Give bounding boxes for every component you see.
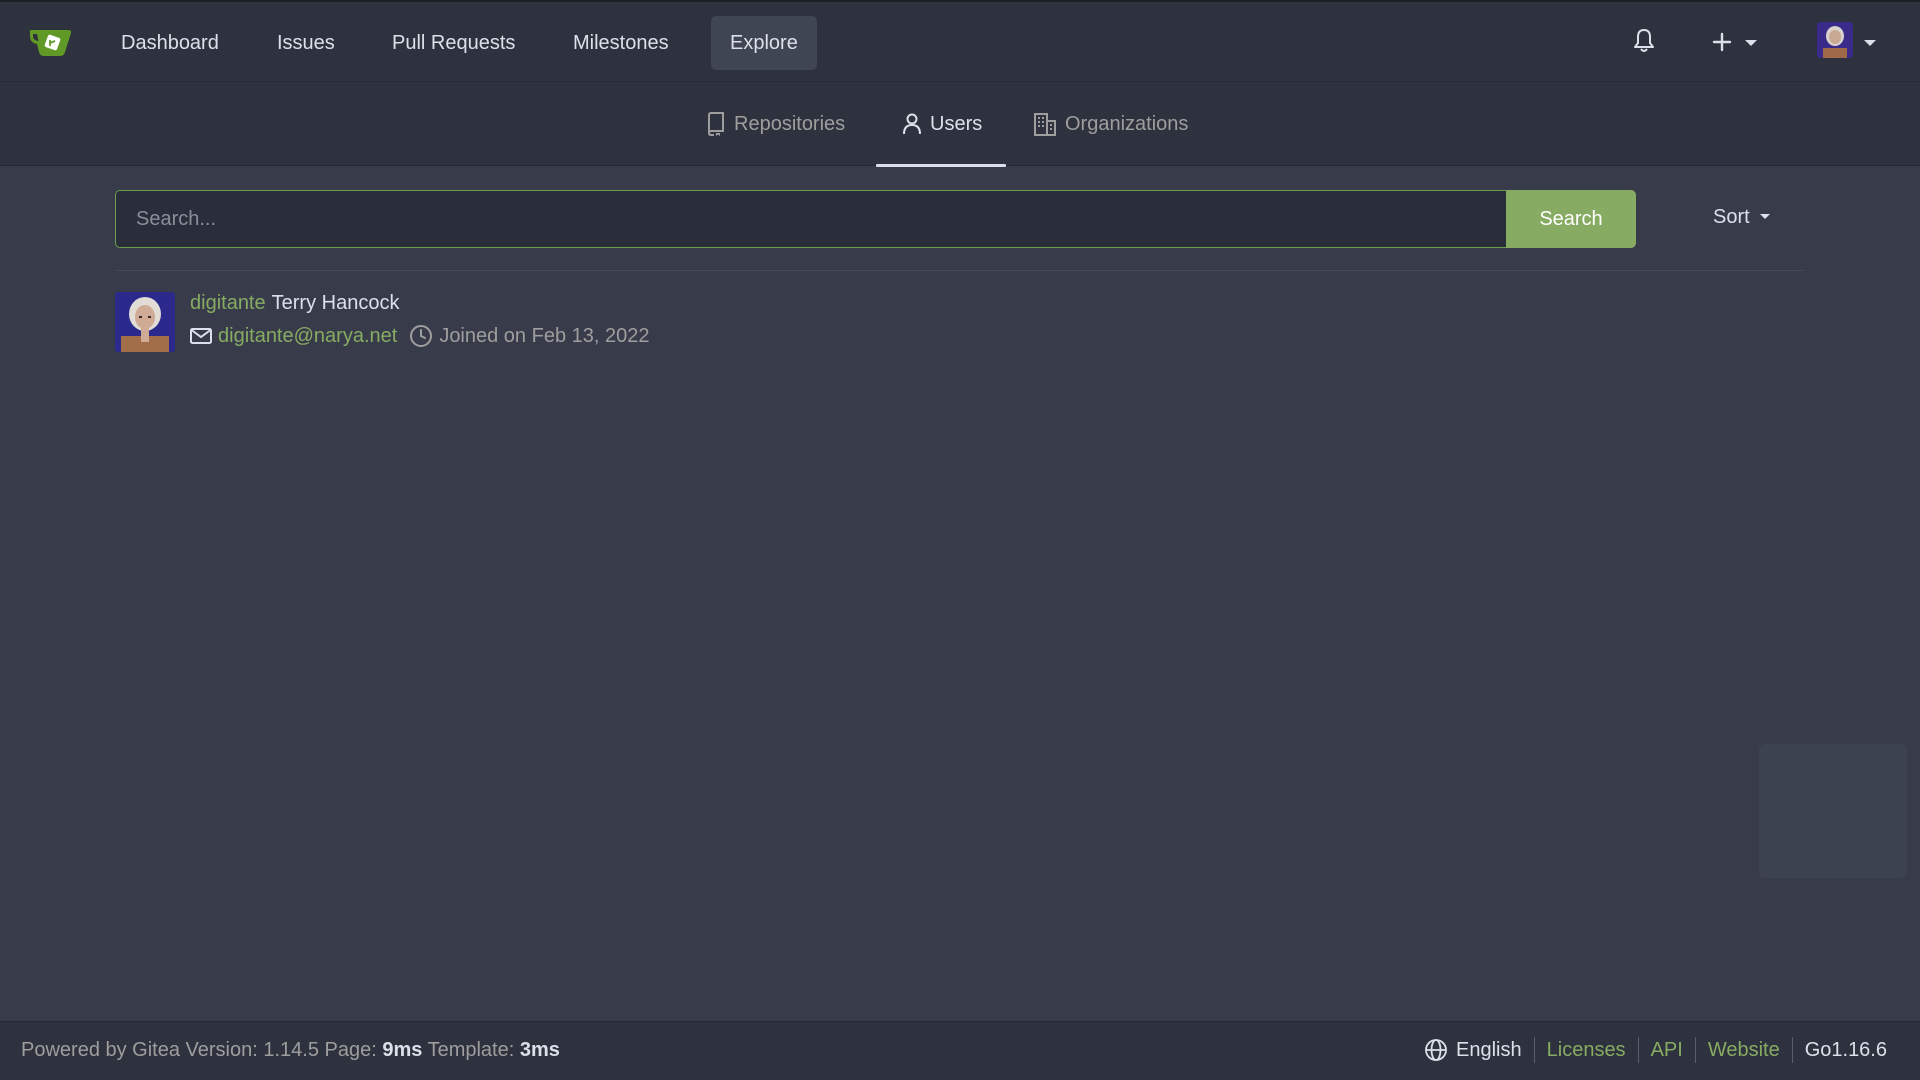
bell-icon[interactable] bbox=[1632, 28, 1656, 54]
repo-icon bbox=[707, 112, 724, 136]
tab-organizations[interactable]: Organizations bbox=[1033, 82, 1188, 166]
plus-icon[interactable] bbox=[1712, 32, 1732, 52]
footer-licenses-link[interactable]: Licenses bbox=[1533, 1037, 1638, 1063]
nav-issues[interactable]: Issues bbox=[258, 16, 354, 70]
nav-dashboard[interactable]: Dashboard bbox=[102, 16, 238, 70]
person-icon bbox=[903, 113, 921, 135]
footer-links: English Licenses API Website Go1.16.6 bbox=[1412, 1037, 1899, 1063]
nav-milestones[interactable]: Milestones bbox=[554, 16, 688, 70]
list-item: digitante Terry Hancock digitante@narya.n… bbox=[115, 292, 1015, 354]
page-footer: Powered by Gitea Version: 1.14.5 Page: 9… bbox=[0, 1021, 1920, 1080]
footer-version-info: Powered by Gitea Version: 1.14.5 Page: 9… bbox=[21, 1039, 560, 1062]
user-email-link[interactable]: digitante@narya.net bbox=[218, 325, 397, 348]
search-button[interactable]: Search bbox=[1506, 190, 1636, 248]
top-navbar: Dashboard Issues Pull Requests Milestone… bbox=[0, 0, 1920, 82]
avatar-image-icon bbox=[1817, 22, 1853, 58]
tab-users[interactable]: Users bbox=[876, 82, 1007, 167]
user-username-link[interactable]: digitante bbox=[190, 292, 266, 314]
divider bbox=[115, 270, 1805, 271]
search-input[interactable] bbox=[115, 190, 1506, 248]
gitea-logo-icon[interactable] bbox=[28, 26, 76, 60]
footer-website-link[interactable]: Website bbox=[1694, 1037, 1792, 1063]
user-title: digitante Terry Hancock bbox=[190, 292, 399, 315]
empty-panel bbox=[1759, 744, 1907, 878]
nav-explore[interactable]: Explore bbox=[711, 16, 817, 70]
search-form: Search bbox=[115, 190, 1636, 248]
avatar[interactable] bbox=[115, 292, 175, 352]
avatar-image-icon bbox=[115, 292, 175, 352]
user-avatar-menu[interactable] bbox=[1817, 22, 1853, 58]
user-joined-date: Joined on Feb 13, 2022 bbox=[439, 324, 650, 347]
organization-icon bbox=[1034, 113, 1056, 136]
tab-organizations-label: Organizations bbox=[1065, 112, 1189, 135]
active-tab-indicator bbox=[876, 164, 1007, 167]
footer-go-version: Go1.16.6 bbox=[1791, 1037, 1899, 1063]
sort-caret-icon bbox=[1759, 214, 1770, 219]
globe-icon bbox=[1425, 1039, 1447, 1061]
clock-icon bbox=[410, 325, 433, 347]
tab-repositories-label: Repositories bbox=[734, 112, 846, 135]
nav-pull-requests[interactable]: Pull Requests bbox=[373, 16, 534, 70]
tab-repositories[interactable]: Repositories bbox=[706, 82, 845, 166]
sort-label: Sort bbox=[1713, 206, 1750, 228]
plus-dropdown-caret-icon[interactable] bbox=[1745, 40, 1757, 46]
footer-api-link[interactable]: API bbox=[1637, 1037, 1695, 1063]
footer-page-time: 9ms bbox=[382, 1039, 423, 1061]
footer-template-time: 3ms bbox=[519, 1039, 560, 1061]
footer-template-label: Template: bbox=[422, 1039, 520, 1061]
user-meta: digitante@narya.net Joined on Feb 13, 20… bbox=[190, 324, 649, 348]
user-full-name: Terry Hancock bbox=[271, 292, 400, 314]
explore-tabs: Repositories Users Organizations bbox=[0, 82, 1920, 167]
footer-powered-text: Powered by Gitea Version: 1.14.5 Page: bbox=[21, 1039, 383, 1061]
sort-dropdown[interactable]: Sort bbox=[1713, 206, 1770, 229]
mail-icon bbox=[190, 328, 212, 344]
language-selector[interactable]: English bbox=[1412, 1037, 1534, 1063]
tab-users-label: Users bbox=[930, 112, 983, 135]
avatar-dropdown-caret-icon[interactable] bbox=[1864, 40, 1876, 46]
language-label: English bbox=[1456, 1039, 1522, 1061]
